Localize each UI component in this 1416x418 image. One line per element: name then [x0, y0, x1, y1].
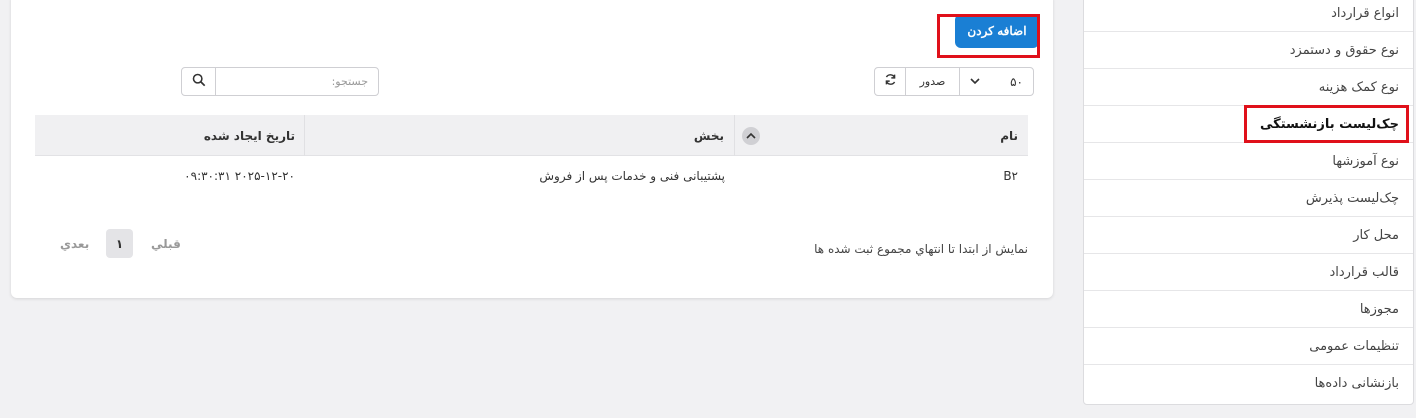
sidebar-item-training-types[interactable]: نوع آموزشها [1084, 143, 1413, 180]
refresh-button[interactable] [874, 67, 906, 96]
search-button[interactable] [181, 67, 216, 96]
search-input[interactable] [215, 67, 379, 96]
sidebar-item-contract-template[interactable]: قالب قرارداد [1084, 254, 1413, 291]
sidebar-item-label: تنظیمات عمومی [1309, 338, 1399, 354]
sidebar-item-label: چک‌لیست پذیرش [1305, 190, 1399, 206]
sidebar-item-reset-data[interactable]: بازنشانی داده‌ها [1084, 365, 1413, 402]
sidebar-item-label: نوع حقوق و دستمزد [1289, 42, 1399, 58]
sidebar-item-label: قالب قرارداد [1329, 264, 1399, 280]
cell-name: B۲ [1003, 169, 1018, 183]
sort-asc-icon[interactable] [742, 127, 760, 145]
pagination-next[interactable]: بعدي [60, 237, 89, 251]
sidebar-item-label: محل کار [1353, 227, 1399, 243]
pagination-page-1[interactable]: ۱ [106, 229, 133, 258]
sidebar-item-retirement-checklist[interactable]: چک‌لیست بازنشستگی [1084, 106, 1413, 143]
sidebar-item-contract-types[interactable]: انواع قرارداد [1084, 0, 1413, 32]
sidebar-item-label: چک‌لیست بازنشستگی [1260, 116, 1399, 132]
table-header: نام بخش تاریخ ایجاد شده [35, 115, 1028, 156]
cell-section: پشتیبانی فنی و خدمات پس از فروش [539, 169, 725, 183]
page-length-select[interactable]: ۵۰ [959, 67, 1034, 96]
sidebar-item-label: مجوزها [1359, 301, 1399, 317]
pagination-prev[interactable]: قبلي [151, 237, 181, 251]
sidebar-item-allowance-types[interactable]: نوع کمک هزینه [1084, 69, 1413, 106]
search-icon [192, 73, 206, 91]
sidebar-item-salary-types[interactable]: نوع حقوق و دستمزد [1084, 32, 1413, 69]
cell-created: ۲۰۲۵-۱۲-۲۰ ۰۹:۳۰:۳۱ [184, 169, 295, 183]
sidebar-item-workplace[interactable]: محل کار [1084, 217, 1413, 254]
main-card: اضافه کردن ۵۰ صدور نام [11, 0, 1053, 298]
add-button[interactable]: اضافه کردن [955, 14, 1039, 48]
page-length-value: ۵۰ [1010, 74, 1023, 89]
column-header-section[interactable]: بخش [304, 115, 735, 156]
chevron-down-icon [970, 75, 980, 89]
column-header-created[interactable]: تاریخ ایجاد شده [35, 115, 305, 156]
sidebar-item-general-settings[interactable]: تنظیمات عمومی [1084, 328, 1413, 365]
refresh-icon [884, 73, 897, 90]
settings-sidebar: انواع قرارداد نوع حقوق و دستمزد نوع کمک … [1083, 0, 1414, 405]
sidebar-item-label: انواع قرارداد [1331, 5, 1399, 21]
export-button[interactable]: صدور [905, 67, 960, 96]
sidebar-item-label: بازنشانی داده‌ها [1314, 376, 1399, 391]
sidebar-item-permissions[interactable]: مجوزها [1084, 291, 1413, 328]
sidebar-item-label: نوع کمک هزینه [1318, 79, 1399, 95]
sidebar-item-onboarding-checklist[interactable]: چک‌لیست پذیرش [1084, 180, 1413, 217]
table-info: نمایش از ابتدا تا انتهاي مجموع ثبت شده ه… [814, 242, 1028, 256]
column-header-name[interactable]: نام [734, 115, 1028, 156]
sidebar-item-label: نوع آموزشها [1332, 153, 1399, 169]
table-row[interactable]: B۲ پشتیبانی فنی و خدمات پس از فروش ۲۰۲۵-… [35, 157, 1028, 195]
